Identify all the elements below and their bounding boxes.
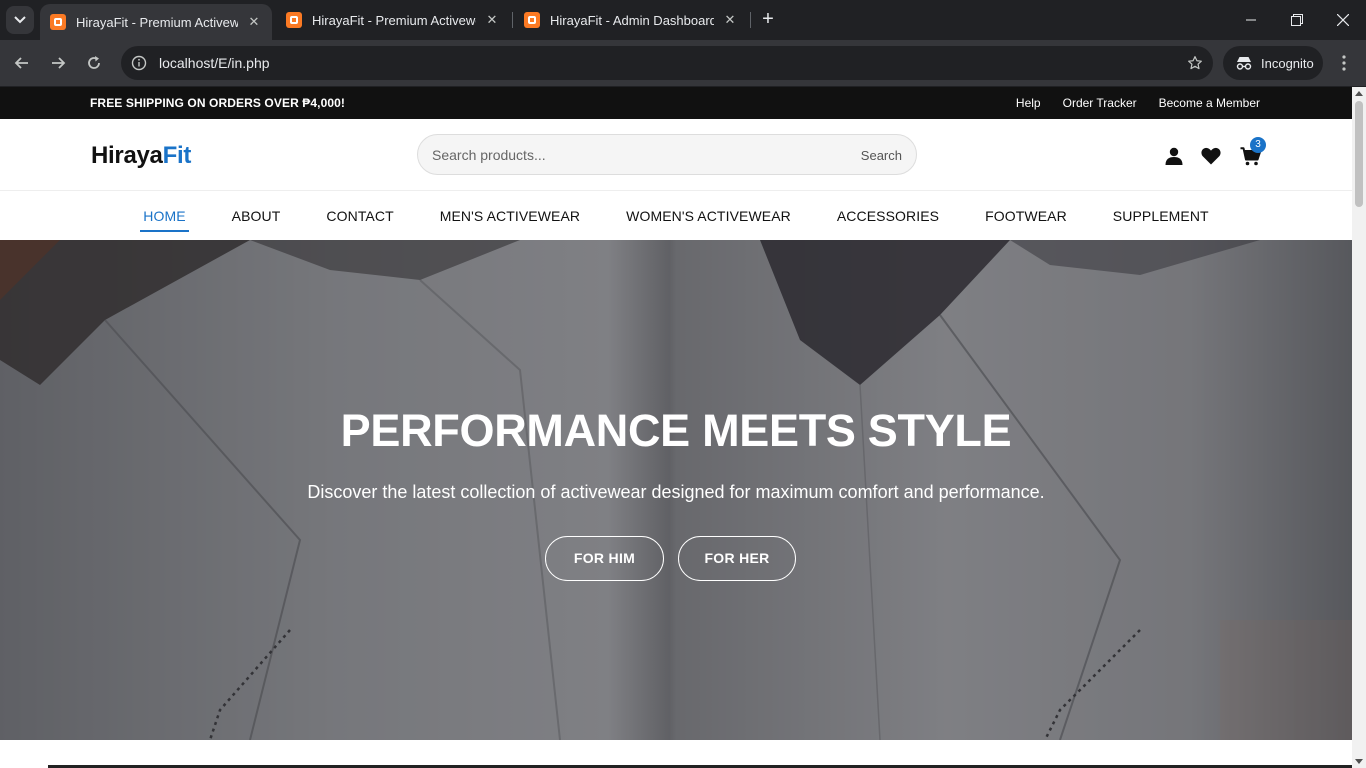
nav-item-home[interactable]: HOME: [140, 200, 190, 232]
reload-icon[interactable]: [80, 49, 108, 77]
user-icon[interactable]: [1163, 145, 1185, 167]
back-icon[interactable]: [8, 49, 36, 77]
nav-item-accessories[interactable]: ACCESSORIES: [834, 200, 942, 232]
close-icon[interactable]: ✕: [246, 14, 262, 30]
tab-separator: [512, 12, 513, 28]
minimize-icon[interactable]: [1228, 0, 1274, 40]
announcement-bar: FREE SHIPPING ON ORDERS OVER ₱4,000! Hel…: [0, 87, 1352, 119]
page-scrollbar[interactable]: [1352, 87, 1366, 768]
close-icon[interactable]: ✕: [722, 12, 738, 28]
nav-item-supplement[interactable]: SUPPLEMENT: [1110, 200, 1212, 232]
logo-main: Hiraya: [91, 142, 163, 169]
site-header: HirayaFit Search 3: [0, 119, 1352, 191]
hero-title: PERFORMANCE MEETS STYLE: [340, 405, 1012, 456]
become-member-link[interactable]: Become a Member: [1159, 96, 1260, 110]
url-text[interactable]: localhost/E/in.php: [159, 55, 1177, 71]
utility-links: Help Order Tracker Become a Member: [1016, 96, 1260, 110]
tab-strip: HirayaFit - Premium Activewear ✕ HirayaF…: [0, 0, 1366, 40]
favicon: [524, 12, 540, 28]
next-section-preview: [0, 740, 1352, 768]
new-tab-icon[interactable]: +: [756, 8, 780, 32]
for-him-button[interactable]: FOR HIM: [545, 536, 664, 581]
restore-icon[interactable]: [1274, 0, 1320, 40]
close-window-icon[interactable]: [1320, 0, 1366, 40]
tab-hirayafit-2[interactable]: HirayaFit - Premium Activewear ✕: [276, 0, 510, 40]
address-bar[interactable]: localhost/E/in.php: [121, 46, 1213, 80]
help-link[interactable]: Help: [1016, 96, 1041, 110]
star-icon[interactable]: [1177, 55, 1213, 71]
tab-title: HirayaFit - Premium Activewear: [76, 14, 238, 30]
nav-item-footwear[interactable]: FOOTWEAR: [982, 200, 1070, 232]
tab-title: HirayaFit - Admin Dashboard: [550, 12, 714, 28]
search-input[interactable]: [432, 145, 832, 165]
forward-icon[interactable]: [44, 49, 72, 77]
logo-accent: Fit: [162, 142, 192, 169]
tab-title: HirayaFit - Premium Activewear: [312, 12, 476, 28]
tab-search-icon[interactable]: [6, 6, 34, 34]
page-viewport: FREE SHIPPING ON ORDERS OVER ₱4,000! Hel…: [0, 87, 1352, 768]
site-logo[interactable]: HirayaFit: [91, 142, 191, 170]
favicon: [286, 12, 302, 28]
nav-item-about[interactable]: ABOUT: [229, 200, 284, 232]
scroll-up-icon[interactable]: [1355, 91, 1363, 96]
hero-content: PERFORMANCE MEETS STYLE Discover the lat…: [0, 240, 1352, 740]
tab-hirayafit-1[interactable]: HirayaFit - Premium Activewear ✕: [40, 4, 272, 40]
nav-item-mens-activewear[interactable]: MEN'S ACTIVEWEAR: [437, 200, 583, 232]
main-nav: HOME ABOUT CONTACT MEN'S ACTIVEWEAR WOME…: [0, 191, 1352, 240]
scroll-down-icon[interactable]: [1355, 759, 1363, 764]
order-tracker-link[interactable]: Order Tracker: [1063, 96, 1137, 110]
search-button[interactable]: Search: [861, 148, 902, 163]
nav-item-contact[interactable]: CONTACT: [323, 200, 396, 232]
favicon: [50, 14, 66, 30]
scrollbar-thumb[interactable]: [1355, 101, 1363, 207]
menu-icon[interactable]: [1332, 49, 1356, 77]
browser-toolbar: localhost/E/in.php Incognito: [0, 40, 1366, 86]
search-bar: Search: [417, 134, 917, 175]
site-info-icon[interactable]: [123, 55, 155, 71]
incognito-indicator[interactable]: Incognito: [1223, 46, 1323, 80]
tab-admin-dashboard[interactable]: HirayaFit - Admin Dashboard ✕: [514, 0, 748, 40]
hero-banner: PERFORMANCE MEETS STYLE Discover the lat…: [0, 240, 1352, 740]
hero-subtitle: Discover the latest collection of active…: [307, 482, 1045, 502]
for-her-button[interactable]: FOR HER: [678, 536, 796, 581]
close-icon[interactable]: ✕: [484, 12, 500, 28]
heart-icon[interactable]: [1200, 145, 1222, 167]
nav-item-womens-activewear[interactable]: WOMEN'S ACTIVEWEAR: [623, 200, 794, 232]
incognito-label: Incognito: [1261, 55, 1314, 71]
tab-separator: [750, 12, 751, 28]
cart-count-badge: 3: [1250, 137, 1266, 153]
shipping-promo: FREE SHIPPING ON ORDERS OVER ₱4,000!: [90, 96, 345, 110]
incognito-icon: [1236, 57, 1252, 70]
